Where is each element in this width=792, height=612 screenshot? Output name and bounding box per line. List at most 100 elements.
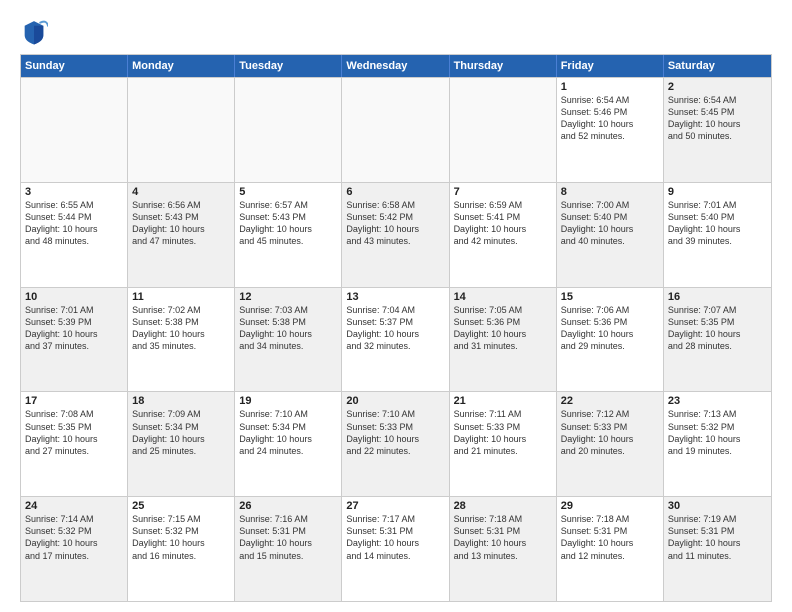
cell-line: Sunrise: 7:01 AM: [25, 304, 123, 316]
cell-line: Daylight: 10 hours: [132, 537, 230, 549]
cell-line: Sunset: 5:36 PM: [454, 316, 552, 328]
day-number: 24: [25, 500, 123, 512]
empty-cell-0-4: [450, 78, 557, 182]
cell-line: and 27 minutes.: [25, 445, 123, 457]
cell-line: Sunset: 5:42 PM: [346, 211, 444, 223]
cell-line: Daylight: 10 hours: [25, 223, 123, 235]
cell-line: Sunset: 5:38 PM: [239, 316, 337, 328]
cell-line: Daylight: 10 hours: [132, 223, 230, 235]
day-number: 16: [668, 291, 767, 303]
day-number: 10: [25, 291, 123, 303]
cell-line: Sunrise: 7:16 AM: [239, 513, 337, 525]
cell-line: and 22 minutes.: [346, 445, 444, 457]
day-number: 29: [561, 500, 659, 512]
calendar-row-3: 17Sunrise: 7:08 AMSunset: 5:35 PMDayligh…: [21, 391, 771, 496]
cell-line: Sunrise: 7:15 AM: [132, 513, 230, 525]
cell-line: Daylight: 10 hours: [668, 433, 767, 445]
day-cell-9: 9Sunrise: 7:01 AMSunset: 5:40 PMDaylight…: [664, 183, 771, 287]
day-number: 20: [346, 395, 444, 407]
day-cell-6: 6Sunrise: 6:58 AMSunset: 5:42 PMDaylight…: [342, 183, 449, 287]
header-cell-tuesday: Tuesday: [235, 55, 342, 77]
cell-line: Sunrise: 6:55 AM: [25, 199, 123, 211]
day-cell-4: 4Sunrise: 6:56 AMSunset: 5:43 PMDaylight…: [128, 183, 235, 287]
day-cell-2: 2Sunrise: 6:54 AMSunset: 5:45 PMDaylight…: [664, 78, 771, 182]
day-number: 14: [454, 291, 552, 303]
empty-cell-0-1: [128, 78, 235, 182]
cell-line: Sunrise: 7:04 AM: [346, 304, 444, 316]
cell-line: and 11 minutes.: [668, 550, 767, 562]
cell-line: Sunrise: 7:10 AM: [239, 408, 337, 420]
day-number: 17: [25, 395, 123, 407]
cell-line: Sunset: 5:35 PM: [668, 316, 767, 328]
cell-line: Sunrise: 7:06 AM: [561, 304, 659, 316]
cell-line: Sunset: 5:33 PM: [346, 421, 444, 433]
cell-line: and 32 minutes.: [346, 340, 444, 352]
cell-line: Sunrise: 7:10 AM: [346, 408, 444, 420]
cell-line: Sunrise: 6:54 AM: [668, 94, 767, 106]
day-cell-7: 7Sunrise: 6:59 AMSunset: 5:41 PMDaylight…: [450, 183, 557, 287]
day-number: 11: [132, 291, 230, 303]
cell-line: and 20 minutes.: [561, 445, 659, 457]
cell-line: Sunset: 5:43 PM: [132, 211, 230, 223]
day-cell-30: 30Sunrise: 7:19 AMSunset: 5:31 PMDayligh…: [664, 497, 771, 601]
day-cell-11: 11Sunrise: 7:02 AMSunset: 5:38 PMDayligh…: [128, 288, 235, 392]
cell-line: and 42 minutes.: [454, 235, 552, 247]
day-number: 21: [454, 395, 552, 407]
day-number: 15: [561, 291, 659, 303]
cell-line: Sunset: 5:43 PM: [239, 211, 337, 223]
day-cell-28: 28Sunrise: 7:18 AMSunset: 5:31 PMDayligh…: [450, 497, 557, 601]
cell-line: and 48 minutes.: [25, 235, 123, 247]
cell-line: and 52 minutes.: [561, 130, 659, 142]
day-cell-3: 3Sunrise: 6:55 AMSunset: 5:44 PMDaylight…: [21, 183, 128, 287]
cell-line: Sunset: 5:31 PM: [239, 525, 337, 537]
day-cell-8: 8Sunrise: 7:00 AMSunset: 5:40 PMDaylight…: [557, 183, 664, 287]
cell-line: and 15 minutes.: [239, 550, 337, 562]
cell-line: Daylight: 10 hours: [454, 433, 552, 445]
day-number: 26: [239, 500, 337, 512]
cell-line: Sunset: 5:39 PM: [25, 316, 123, 328]
cell-line: and 28 minutes.: [668, 340, 767, 352]
calendar-row-2: 10Sunrise: 7:01 AMSunset: 5:39 PMDayligh…: [21, 287, 771, 392]
day-number: 12: [239, 291, 337, 303]
day-cell-25: 25Sunrise: 7:15 AMSunset: 5:32 PMDayligh…: [128, 497, 235, 601]
day-number: 28: [454, 500, 552, 512]
header: [20, 18, 772, 46]
header-cell-sunday: Sunday: [21, 55, 128, 77]
day-number: 22: [561, 395, 659, 407]
day-cell-26: 26Sunrise: 7:16 AMSunset: 5:31 PMDayligh…: [235, 497, 342, 601]
cell-line: and 17 minutes.: [25, 550, 123, 562]
day-number: 7: [454, 186, 552, 198]
cell-line: Sunrise: 7:01 AM: [668, 199, 767, 211]
cell-line: and 14 minutes.: [346, 550, 444, 562]
logo-icon: [20, 18, 48, 46]
cell-line: and 45 minutes.: [239, 235, 337, 247]
cell-line: and 39 minutes.: [668, 235, 767, 247]
cell-line: and 21 minutes.: [454, 445, 552, 457]
day-cell-12: 12Sunrise: 7:03 AMSunset: 5:38 PMDayligh…: [235, 288, 342, 392]
cell-line: Sunrise: 6:54 AM: [561, 94, 659, 106]
day-cell-15: 15Sunrise: 7:06 AMSunset: 5:36 PMDayligh…: [557, 288, 664, 392]
cell-line: Sunset: 5:46 PM: [561, 106, 659, 118]
cell-line: and 25 minutes.: [132, 445, 230, 457]
cell-line: Sunset: 5:34 PM: [132, 421, 230, 433]
day-number: 2: [668, 81, 767, 93]
calendar-row-0: 1Sunrise: 6:54 AMSunset: 5:46 PMDaylight…: [21, 77, 771, 182]
calendar-header: SundayMondayTuesdayWednesdayThursdayFrid…: [21, 55, 771, 77]
day-number: 8: [561, 186, 659, 198]
cell-line: and 37 minutes.: [25, 340, 123, 352]
cell-line: Sunset: 5:32 PM: [132, 525, 230, 537]
cell-line: and 40 minutes.: [561, 235, 659, 247]
empty-cell-0-2: [235, 78, 342, 182]
cell-line: Daylight: 10 hours: [132, 433, 230, 445]
cell-line: Sunset: 5:32 PM: [25, 525, 123, 537]
cell-line: Daylight: 10 hours: [561, 537, 659, 549]
cell-line: Sunset: 5:31 PM: [668, 525, 767, 537]
cell-line: and 13 minutes.: [454, 550, 552, 562]
cell-line: Daylight: 10 hours: [561, 118, 659, 130]
day-number: 19: [239, 395, 337, 407]
cell-line: Sunrise: 7:02 AM: [132, 304, 230, 316]
cell-line: Sunrise: 7:12 AM: [561, 408, 659, 420]
cell-line: Sunrise: 7:18 AM: [561, 513, 659, 525]
cell-line: Sunset: 5:35 PM: [25, 421, 123, 433]
cell-line: Sunrise: 6:57 AM: [239, 199, 337, 211]
